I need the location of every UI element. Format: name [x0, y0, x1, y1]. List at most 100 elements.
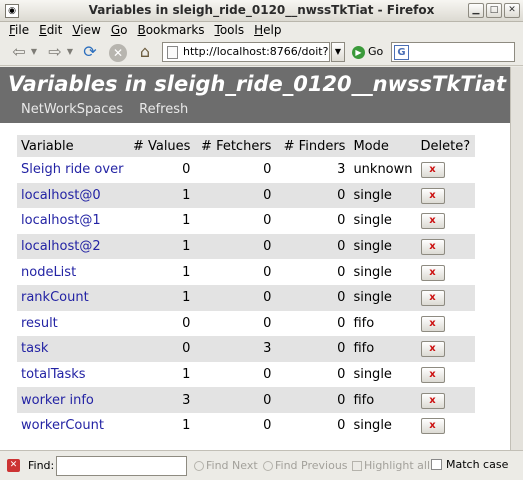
close-icon[interactable]: ✕: [504, 3, 520, 18]
variable-name-link[interactable]: result: [17, 311, 127, 337]
maximize-icon[interactable]: □: [486, 3, 502, 18]
table-row: localhost@2 1 0 0 single x: [17, 233, 475, 260]
reload-icon[interactable]: ⟳: [79, 42, 101, 62]
back-dropdown-icon[interactable]: ▼: [29, 42, 39, 62]
finders-count: 0: [337, 264, 346, 280]
menu-view[interactable]: View: [72, 22, 100, 38]
go-arrow-icon: ▶: [352, 45, 365, 59]
find-input[interactable]: [56, 456, 187, 476]
delete-button[interactable]: x: [420, 418, 445, 435]
variables-table: Variable # Values # Fetchers # Finders M…: [17, 135, 475, 439]
variable-name-link[interactable]: localhost@2: [17, 233, 128, 260]
variable-name-link[interactable]: localhost@1: [17, 208, 127, 234]
finders-count: 0: [337, 367, 346, 383]
variable-name-link[interactable]: task: [17, 336, 128, 362]
finders-count: 0: [337, 213, 346, 229]
find-next-icon: [194, 460, 204, 471]
page-icon: [167, 46, 178, 59]
forward-dropdown-icon[interactable]: ▼: [65, 42, 75, 62]
menu-bookmarks[interactable]: Bookmarks: [137, 22, 204, 38]
variable-name-link[interactable]: localhost@0: [17, 182, 128, 209]
home-icon[interactable]: ⌂: [134, 42, 156, 62]
search-input[interactable]: G: [391, 42, 515, 62]
mode-value: single: [349, 233, 417, 260]
delete-button[interactable]: x: [420, 290, 445, 307]
delete-button[interactable]: x: [420, 213, 445, 230]
forward-arrow-icon[interactable]: ⇨: [44, 42, 66, 62]
values-count: 1: [127, 233, 195, 260]
variable-name-link[interactable]: nodeList: [17, 259, 127, 285]
values-count: 0: [182, 162, 191, 178]
table-row: localhost@0 1 0 0 single x: [17, 182, 475, 209]
delete-cell: x: [417, 208, 475, 234]
mode-value: fifo: [353, 315, 375, 331]
mode-value: single: [353, 213, 392, 229]
delete-button[interactable]: x: [420, 162, 445, 179]
variable-name-link[interactable]: worker info: [17, 387, 128, 413]
delete-cell: x: [417, 362, 475, 388]
finders-count: 0: [275, 336, 350, 362]
delete-button[interactable]: x: [420, 239, 445, 256]
close-findbar-icon[interactable]: ✕: [7, 459, 20, 472]
delete-cell: x: [416, 387, 475, 413]
stop-icon[interactable]: ✕: [107, 42, 129, 62]
delete-button[interactable]: x: [420, 264, 445, 281]
find-previous-button[interactable]: Find Previous: [263, 459, 348, 472]
url-dropdown-icon[interactable]: ▼: [331, 42, 345, 62]
menubar: File Edit View Go Bookmarks Tools Help: [0, 22, 523, 38]
fetchers-count: 0: [194, 233, 276, 260]
vertical-scrollbar[interactable]: [510, 67, 523, 450]
delete-button[interactable]: x: [420, 392, 445, 409]
minimize-icon[interactable]: ▁: [468, 3, 484, 18]
delete-cell: x: [416, 182, 475, 209]
finders-count: 0: [275, 182, 350, 209]
column-header-mode: Mode: [349, 135, 417, 157]
menu-go[interactable]: Go: [111, 22, 128, 38]
go-button[interactable]: ▶ Go: [352, 42, 383, 62]
fetchers-count: 0: [263, 315, 272, 331]
find-bar: ✕ Find: Find Next Find Previous Highligh…: [0, 450, 523, 480]
variable-name-link[interactable]: Sleigh ride over: [17, 157, 127, 183]
menu-help[interactable]: Help: [254, 22, 281, 38]
variable-name-link[interactable]: totalTasks: [17, 362, 127, 388]
google-icon[interactable]: G: [394, 45, 409, 60]
finders-count: 3: [337, 162, 346, 178]
table-row: nodeList 1 0 0 single x: [17, 259, 475, 285]
highlight-all-button[interactable]: Highlight all: [352, 459, 430, 472]
delete-cell: x: [417, 413, 475, 439]
finders-count: 0: [275, 387, 350, 413]
table-header-row: Variable # Values # Fetchers # Finders M…: [17, 135, 475, 157]
column-header-finders: # Finders: [275, 135, 350, 157]
url-field[interactable]: http://localhost:8766/doit?op: [162, 42, 330, 62]
back-arrow-icon[interactable]: ⇦: [8, 42, 30, 62]
mode-value: single: [349, 284, 417, 311]
fetchers-count: 0: [194, 284, 276, 311]
column-header-fetchers: # Fetchers: [194, 135, 276, 157]
page-header: Variables in sleigh_ride_0120__nwssTkTia…: [0, 67, 510, 123]
values-count: 0: [127, 336, 195, 362]
table-row: task 0 3 0 fifo x: [17, 336, 475, 362]
table-row: Sleigh ride over 0 0 3 unknown x: [17, 157, 475, 183]
checkbox-icon: [431, 459, 442, 470]
match-case-checkbox[interactable]: Match case: [431, 458, 508, 471]
networkspaces-link[interactable]: NetWorkSpaces: [21, 102, 123, 117]
refresh-link[interactable]: Refresh: [139, 102, 188, 117]
find-previous-icon: [263, 460, 273, 471]
delete-button[interactable]: x: [420, 341, 445, 358]
menu-edit[interactable]: Edit: [39, 22, 62, 38]
delete-cell: x: [416, 284, 475, 311]
menu-tools[interactable]: Tools: [215, 22, 245, 38]
variable-name-link[interactable]: rankCount: [17, 284, 128, 311]
table-row: totalTasks 1 0 0 single x: [17, 362, 475, 388]
find-next-button[interactable]: Find Next: [194, 459, 258, 472]
table-row: localhost@1 1 0 0 single x: [17, 208, 475, 234]
variable-name-link[interactable]: workerCount: [17, 413, 127, 439]
window-controls: ▁ □ ✕: [468, 3, 520, 18]
values-count: 1: [182, 367, 191, 383]
delete-button[interactable]: x: [420, 315, 445, 332]
delete-button[interactable]: x: [420, 187, 445, 204]
page-content: Variables in sleigh_ride_0120__nwssTkTia…: [0, 67, 510, 450]
navigation-toolbar: ⇦ ▼ ⇨ ▼ ⟳ ✕ ⌂ http://localhost:8766/doit…: [0, 38, 523, 66]
delete-button[interactable]: x: [420, 367, 445, 384]
menu-file[interactable]: File: [9, 22, 29, 38]
